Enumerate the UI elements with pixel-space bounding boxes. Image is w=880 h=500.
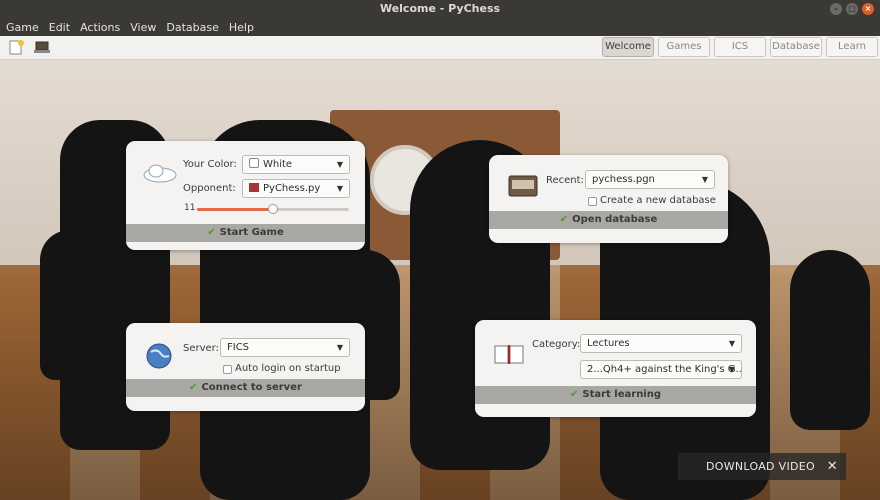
pawn-piece — [40, 230, 100, 380]
opponent-label: Opponent: — [183, 183, 236, 194]
open-database-label: Open database — [572, 214, 658, 225]
menu-actions[interactable]: Actions — [80, 21, 120, 34]
tab-welcome[interactable]: Welcome — [602, 37, 654, 57]
recent-select[interactable]: pychess.pgn ▼ — [585, 170, 715, 189]
connect-icon[interactable] — [33, 39, 51, 55]
check-icon: ✔ — [207, 227, 216, 238]
recent-value: pychess.pgn — [592, 174, 655, 185]
window-titlebar: Welcome - PyChess – □ × — [0, 0, 880, 18]
menu-database[interactable]: Database — [166, 21, 219, 34]
check-icon: ✔ — [189, 382, 198, 393]
color-swatch-icon — [249, 158, 259, 168]
menu-help[interactable]: Help — [229, 21, 254, 34]
tab-ics[interactable]: ICS — [714, 37, 766, 57]
color-select[interactable]: White ▼ — [242, 155, 350, 174]
server-label: Server: — [183, 343, 219, 354]
chevron-down-icon: ▼ — [336, 184, 343, 193]
connect-server-label: Connect to server — [201, 382, 302, 393]
server-select[interactable]: FICS ▼ — [220, 338, 350, 357]
engine-icon — [249, 183, 259, 192]
download-video-label[interactable]: DOWNLOAD VIDEO — [706, 460, 815, 473]
create-database-checkbox[interactable] — [588, 197, 597, 206]
toolbar: Welcome Games ICS Database Learn — [0, 36, 880, 60]
level-value: 11 — [184, 203, 196, 213]
autologin-checkbox[interactable] — [223, 365, 232, 374]
open-database-button[interactable]: ✔ Open database — [489, 211, 728, 229]
lesson-select[interactable]: 2...Qh4+ against the King's G... ▼ — [580, 360, 742, 379]
recent-label: Recent: — [546, 175, 584, 186]
globe-icon — [146, 343, 172, 369]
level-slider-knob[interactable] — [268, 204, 278, 214]
tab-database[interactable]: Database — [770, 37, 822, 57]
server-value: FICS — [227, 342, 250, 353]
start-game-button[interactable]: ✔ Start Game — [126, 224, 365, 242]
chevron-down-icon: ▼ — [728, 339, 735, 348]
tab-learn[interactable]: Learn — [826, 37, 878, 57]
pawn-piece — [790, 250, 870, 430]
book-icon — [494, 345, 524, 364]
chevron-down-icon: ▼ — [728, 365, 735, 374]
check-icon: ✔ — [559, 214, 569, 225]
start-learning-label: Start learning — [582, 389, 662, 400]
autologin-label: Auto login on startup — [235, 363, 341, 374]
color-label: Your Color: — [183, 159, 237, 170]
close-icon[interactable]: ✕ — [827, 453, 838, 480]
menubar: Game Edit Actions View Database Help — [0, 18, 880, 36]
server-card: Server: FICS ▼ Auto login on startup ✔ Co… — [126, 323, 365, 411]
close-icon[interactable]: × — [862, 3, 874, 15]
new-game-card: Your Color: White ▼ Opponent: PyChess.py… — [126, 141, 365, 250]
tab-games[interactable]: Games — [658, 37, 710, 57]
menu-game[interactable]: Game — [6, 21, 39, 34]
window-title: Welcome - PyChess — [379, 2, 501, 15]
download-video-bar[interactable]: DOWNLOAD VIDEO ✕ — [678, 453, 846, 480]
lesson-value: 2...Qh4+ against the King's G... — [587, 364, 742, 375]
new-game-icon[interactable] — [8, 39, 26, 55]
category-select[interactable]: Lectures ▼ — [580, 334, 742, 353]
opponent-select[interactable]: PyChess.py ▼ — [242, 179, 350, 198]
window-controls: – □ × — [830, 3, 874, 15]
start-learning-button[interactable]: ✔ Start learning — [475, 386, 756, 404]
level-slider-fill — [197, 208, 273, 211]
chevron-down-icon: ▼ — [336, 160, 343, 169]
chevron-down-icon: ▼ — [701, 175, 708, 184]
minimize-icon[interactable]: – — [830, 3, 842, 15]
category-label: Category: — [532, 339, 581, 350]
color-value: White — [263, 159, 293, 170]
welcome-background — [0, 60, 880, 500]
chevron-down-icon: ▼ — [336, 343, 343, 352]
create-database-label: Create a new database — [600, 195, 716, 206]
database-card: Recent: pychess.pgn ▼ Create a new datab… — [489, 155, 728, 243]
learn-card: Category: Lectures ▼ 2...Qh4+ against th… — [475, 320, 756, 417]
start-game-label: Start Game — [219, 227, 284, 238]
connect-server-button[interactable]: ✔ Connect to server — [126, 379, 365, 397]
menu-edit[interactable]: Edit — [49, 21, 70, 34]
maximize-icon[interactable]: □ — [846, 3, 858, 15]
menu-view[interactable]: View — [130, 21, 156, 34]
cloud-icon — [143, 164, 177, 183]
opponent-value: PyChess.py — [263, 183, 321, 194]
category-value: Lectures — [587, 338, 630, 349]
perspective-tabs: Welcome Games ICS Database Learn — [602, 37, 878, 57]
database-icon — [508, 175, 538, 197]
check-icon: ✔ — [569, 389, 579, 400]
